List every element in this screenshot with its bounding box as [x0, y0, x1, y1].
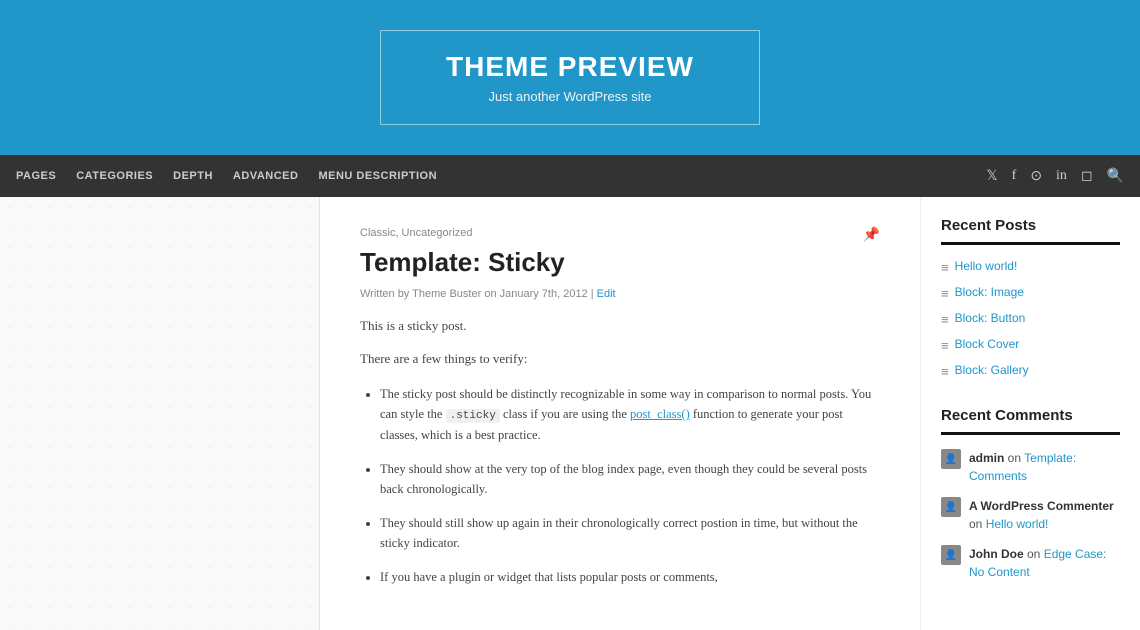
comment-text: A WordPress Commenter on Hello world!	[969, 497, 1120, 533]
comment-author: A WordPress Commenter	[969, 499, 1114, 513]
site-nav: PAGES CATEGORIES DEPTH ADVANCED MENU DES…	[0, 155, 1140, 197]
list-item: ≡ Block Cover	[941, 337, 1120, 353]
github-icon[interactable]: ⊙	[1030, 168, 1042, 185]
nav-links: PAGES CATEGORIES DEPTH ADVANCED MENU DES…	[16, 170, 437, 182]
list-item: ≡ Hello world!	[941, 259, 1120, 275]
instagram-icon[interactable]: ◻	[1081, 168, 1093, 185]
comment-text: John Doe on Edge Case: No Content	[969, 545, 1120, 581]
facebook-icon[interactable]: f	[1012, 168, 1017, 184]
left-gutter	[0, 197, 320, 630]
comment-item: 👤 A WordPress Commenter on Hello world!	[941, 497, 1120, 533]
list-item: ≡ Block: Image	[941, 285, 1120, 301]
edit-link[interactable]: Edit	[597, 288, 616, 300]
nav-depth[interactable]: DEPTH	[173, 170, 213, 182]
site-header: THEME PREVIEW Just another WordPress sit…	[0, 0, 1140, 155]
nav-menu-description[interactable]: MENU DESCRIPTION	[318, 170, 437, 182]
recent-post-link[interactable]: Hello world!	[955, 259, 1018, 273]
recent-posts-section: Recent Posts ≡ Hello world! ≡ Block: Ima…	[941, 217, 1120, 379]
post-things-heading: There are a few things to verify:	[360, 349, 880, 370]
site-tagline: Just another WordPress site	[441, 89, 699, 104]
post-categories: Classic, Uncategorized	[360, 227, 880, 239]
recent-post-link[interactable]: Block: Button	[955, 311, 1026, 325]
comment-author: admin	[969, 451, 1004, 465]
list-icon: ≡	[941, 312, 949, 327]
comment-item: 👤 John Doe on Edge Case: No Content	[941, 545, 1120, 581]
list-item: They should still show up again in their…	[380, 513, 880, 553]
linkedin-icon[interactable]: in	[1056, 168, 1067, 184]
comment-post-link[interactable]: Hello world!	[986, 517, 1049, 531]
nav-advanced[interactable]: ADVANCED	[233, 170, 299, 182]
list-item: The sticky post should be distinctly rec…	[380, 384, 880, 446]
site-title: THEME PREVIEW	[441, 51, 699, 83]
content-area: 📌 Classic, Uncategorized Template: Stick…	[0, 197, 1140, 630]
recent-posts-title: Recent Posts	[941, 217, 1120, 245]
recent-comments-section: Recent Comments 👤 admin on Template: Com…	[941, 407, 1120, 581]
list-icon: ≡	[941, 338, 949, 353]
header-box: THEME PREVIEW Just another WordPress sit…	[380, 30, 760, 125]
recent-posts-list: ≡ Hello world! ≡ Block: Image ≡ Block: B…	[941, 259, 1120, 379]
sidebar: Recent Posts ≡ Hello world! ≡ Block: Ima…	[920, 197, 1140, 630]
post-class-link[interactable]: post_class()	[630, 407, 690, 421]
nav-categories[interactable]: CATEGORIES	[76, 170, 153, 182]
post-bullet-list: The sticky post should be distinctly rec…	[360, 384, 880, 588]
post-meta-text: Written by Theme Buster on January 7th, …	[360, 288, 616, 300]
comment-author: John Doe	[969, 547, 1024, 561]
post-intro: This is a sticky post.	[360, 316, 880, 337]
list-icon: ≡	[941, 260, 949, 275]
comment-avatar: 👤	[941, 497, 961, 517]
search-icon[interactable]: 🔍	[1107, 168, 1124, 185]
comment-avatar: 👤	[941, 449, 961, 469]
twitter-icon[interactable]: 𝕏	[986, 168, 997, 185]
comment-item: 👤 admin on Template: Comments	[941, 449, 1120, 485]
gutter-decoration	[0, 197, 319, 630]
author-link[interactable]: Theme Buster	[412, 288, 481, 300]
recent-comments-title: Recent Comments	[941, 407, 1120, 435]
list-item: They should show at the very top of the …	[380, 459, 880, 499]
list-icon: ≡	[941, 286, 949, 301]
comment-avatar: 👤	[941, 545, 961, 565]
recent-post-link[interactable]: Block Cover	[955, 337, 1020, 351]
list-icon: ≡	[941, 364, 949, 379]
list-item: ≡ Block: Button	[941, 311, 1120, 327]
post-meta: Written by Theme Buster on January 7th, …	[360, 288, 880, 300]
main-content: 📌 Classic, Uncategorized Template: Stick…	[320, 197, 920, 630]
list-item: If you have a plugin or widget that list…	[380, 567, 880, 587]
nav-social: 𝕏 f ⊙ in ◻ 🔍	[986, 168, 1124, 185]
post-title: Template: Sticky	[360, 247, 880, 278]
nav-pages[interactable]: PAGES	[16, 170, 56, 182]
recent-post-link[interactable]: Block: Image	[955, 285, 1024, 299]
list-item: ≡ Block: Gallery	[941, 363, 1120, 379]
sticky-pin-icon: 📌	[863, 227, 880, 244]
recent-post-link[interactable]: Block: Gallery	[955, 363, 1029, 377]
comment-text: admin on Template: Comments	[969, 449, 1120, 485]
code-sticky: .sticky	[446, 409, 500, 423]
